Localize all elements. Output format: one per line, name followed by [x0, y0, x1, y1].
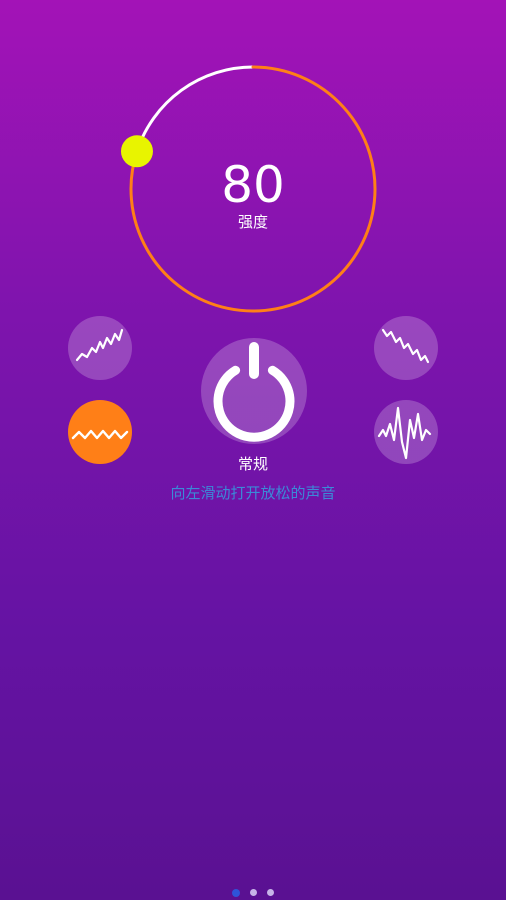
mode-button-rising[interactable] — [68, 316, 132, 380]
page-dot[interactable] — [267, 889, 274, 896]
rising-wave-icon — [75, 328, 124, 362]
mode-name: 常规 — [237, 455, 268, 473]
swipe-hint: 向左滑动打开放松的声音 — [170, 484, 336, 502]
power-icon — [213, 342, 295, 442]
page-indicator — [0, 889, 506, 899]
page-dot[interactable] — [250, 889, 257, 896]
mode-button-falling[interactable] — [374, 316, 438, 380]
intensity-knob[interactable] — [120, 135, 153, 168]
power-button[interactable] — [201, 338, 307, 444]
intensity-arc-remaining — [135, 65, 255, 153]
intensity-label: 强度 — [237, 213, 268, 231]
zigzag-wave-icon — [71, 429, 129, 440]
pulse-wave-icon — [377, 406, 432, 460]
mode-button-pulse[interactable] — [374, 400, 438, 464]
mode-button-zigzag[interactable] — [68, 400, 132, 464]
intensity-value: 80 — [221, 156, 285, 214]
page-dot[interactable] — [232, 889, 240, 897]
falling-wave-icon — [381, 328, 430, 364]
